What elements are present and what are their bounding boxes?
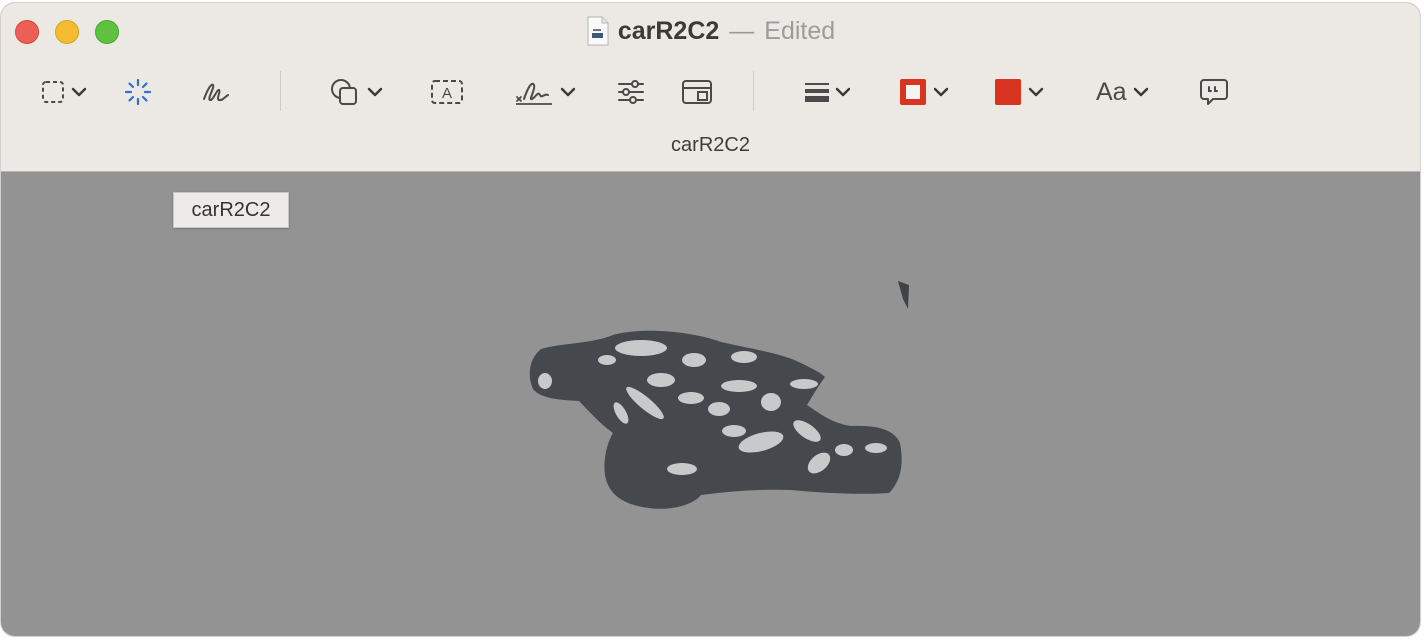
image-fragment [898, 281, 909, 309]
preview-window: carR2C2 — Edited A Aa carR2C2 carR2C2 [1, 3, 1420, 636]
tooltip: carR2C2 [173, 192, 289, 228]
image-canvas[interactable] [1, 3, 1420, 636]
edited-image [529, 281, 909, 509]
car-silhouette [529, 330, 902, 509]
